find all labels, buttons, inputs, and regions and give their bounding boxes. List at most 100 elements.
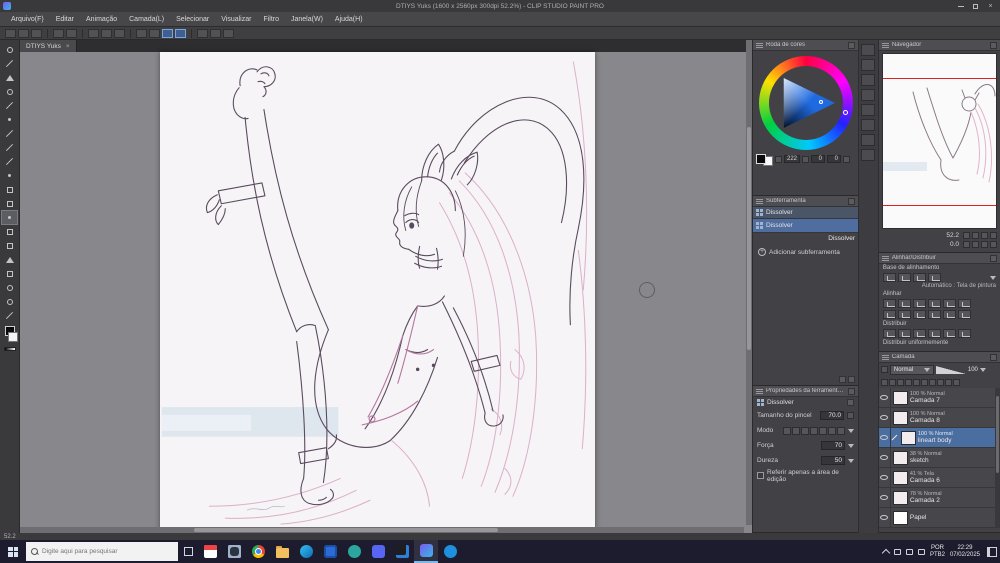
align-extra-button[interactable] (942, 310, 956, 319)
document-tab[interactable]: DTIYS Yuks × (20, 40, 77, 52)
visibility-eye-icon[interactable] (879, 488, 891, 507)
subtool-page-next-icon[interactable] (848, 376, 855, 383)
distribute-button[interactable] (897, 329, 911, 338)
new-file-icon[interactable] (5, 28, 16, 38)
edit-area-checkbox-row[interactable]: Referir apenas a área de edição (753, 468, 858, 483)
layer-row-camada-6[interactable]: 41 % Tela Camada 6 (878, 468, 1000, 488)
fill-tool-icon[interactable] (2, 225, 17, 238)
distribute-button[interactable] (912, 329, 926, 338)
distribute-button[interactable] (942, 329, 956, 338)
deselect-icon[interactable] (101, 28, 112, 38)
align-base-button[interactable] (897, 273, 911, 282)
lock-icon[interactable] (888, 378, 896, 386)
brush-tool-icon[interactable] (2, 155, 17, 168)
material-panel-icon-3[interactable] (861, 89, 876, 101)
taskbar-clock[interactable]: 22:29 07/02/2025 (950, 545, 980, 559)
layer-thumbnail[interactable] (900, 430, 916, 445)
align-base-button[interactable] (927, 273, 941, 282)
align-extra-button[interactable] (912, 310, 926, 319)
magic-wand-tool-icon[interactable] (2, 99, 17, 112)
visibility-eye-icon[interactable] (879, 388, 891, 407)
actual-size-icon[interactable] (990, 232, 997, 239)
grid-icon[interactable] (197, 28, 208, 38)
background-color-swatch[interactable] (8, 332, 18, 342)
layer-thumbnail[interactable] (892, 410, 908, 425)
clip-icon[interactable] (880, 378, 888, 386)
minimize-button[interactable] (957, 3, 964, 10)
zoom-in-icon[interactable] (136, 28, 147, 38)
panel-menu-icon[interactable] (881, 257, 889, 259)
opacity-dropdown-icon[interactable] (979, 367, 986, 372)
draft-icon[interactable] (904, 378, 912, 386)
strength-value[interactable]: 70 (821, 441, 845, 450)
align-extra-button[interactable] (927, 310, 941, 319)
search-input[interactable] (42, 548, 162, 555)
decoration-tool-icon[interactable] (2, 183, 17, 196)
save-file-icon[interactable] (31, 28, 42, 38)
panel-collapse-icon[interactable] (990, 254, 997, 262)
panel-menu-icon[interactable] (756, 390, 763, 392)
app-chrome-button[interactable] (246, 540, 270, 563)
close-button[interactable]: × (987, 3, 994, 10)
visibility-eye-icon[interactable] (879, 508, 891, 527)
color-settings-icon[interactable] (843, 155, 851, 163)
menu-janela[interactable]: Janela(W) (286, 14, 328, 25)
maximize-button[interactable] (972, 3, 979, 10)
subtool-item-dissolver-1[interactable]: Dissolver (753, 207, 858, 219)
layer-thumbnail[interactable] (892, 490, 908, 505)
open-file-icon[interactable] (18, 28, 29, 38)
operation-tool-icon[interactable] (2, 71, 17, 84)
new-layer-icon[interactable] (944, 378, 952, 386)
visibility-eye-icon[interactable] (879, 448, 891, 467)
frame-border-tool-icon[interactable] (2, 267, 17, 280)
panel-menu-icon[interactable] (881, 44, 889, 46)
opacity-slider[interactable] (935, 365, 966, 374)
distribute-button[interactable] (927, 329, 941, 338)
delete-layer-icon[interactable] (952, 378, 960, 386)
start-button[interactable] (0, 540, 26, 563)
zoom-out-icon[interactable] (149, 28, 160, 38)
app-grid-button[interactable] (222, 540, 246, 563)
menu-selecionar[interactable]: Selecionar (171, 14, 214, 25)
taskbar-search[interactable] (26, 542, 178, 561)
app-discord-button[interactable] (366, 540, 390, 563)
reset-rotation-icon[interactable] (990, 241, 997, 248)
material-icon[interactable] (210, 28, 221, 38)
line-correction-tool-icon[interactable] (2, 309, 17, 322)
blend-icon[interactable] (880, 366, 888, 373)
redo-icon[interactable] (66, 28, 77, 38)
layer-list-scrollbar[interactable] (995, 388, 1000, 528)
tray-wifi-icon[interactable] (905, 548, 913, 555)
subtool-page-prev-icon[interactable] (839, 376, 846, 383)
strength-row[interactable]: Força 70 (753, 438, 858, 453)
language-indicator[interactable]: POR PTB2 (930, 545, 945, 559)
hardness-row[interactable]: Dureza 50 (753, 453, 858, 468)
airbrush-tool-icon[interactable] (2, 169, 17, 182)
panel-menu-icon[interactable] (756, 44, 763, 46)
menu-editar[interactable]: Editar (51, 14, 79, 25)
main-color-swatch[interactable] (756, 154, 766, 164)
pen-tool-icon[interactable] (2, 127, 17, 140)
align-right-button[interactable] (912, 299, 926, 308)
snap-ruler-icon[interactable] (162, 28, 173, 38)
figure-tool-icon[interactable] (2, 253, 17, 266)
hue-marker[interactable] (842, 110, 848, 115)
blend-tool-icon[interactable] (1, 210, 18, 225)
layer-row-camada-8[interactable]: 100 % Normal Camada 8 (878, 408, 1000, 428)
panel-collapse-icon[interactable] (990, 41, 997, 49)
align-bottom-button[interactable] (957, 299, 971, 308)
move-tool-icon[interactable] (2, 57, 17, 70)
eraser-tool-icon[interactable] (2, 197, 17, 210)
align-center-v-button[interactable] (942, 299, 956, 308)
panel-collapse-icon[interactable] (848, 197, 855, 205)
zoom-tool-icon[interactable] (2, 43, 17, 56)
app-blue-button[interactable] (438, 540, 462, 563)
layer-row-lineart-body[interactable]: 100 % Normal lineart body (878, 428, 1000, 448)
align-extra-button[interactable] (882, 310, 896, 319)
visibility-eye-icon[interactable] (879, 408, 891, 427)
title-bar[interactable]: DTIYS Yuks (1600 x 2560px 300dpi 52.2%) … (0, 0, 1000, 12)
tab-close-icon[interactable]: × (66, 43, 70, 50)
text-tool-icon[interactable] (2, 281, 17, 294)
fit-screen-icon[interactable] (981, 232, 988, 239)
layer-row-sketch[interactable]: 38 % Normal sketch (878, 448, 1000, 468)
